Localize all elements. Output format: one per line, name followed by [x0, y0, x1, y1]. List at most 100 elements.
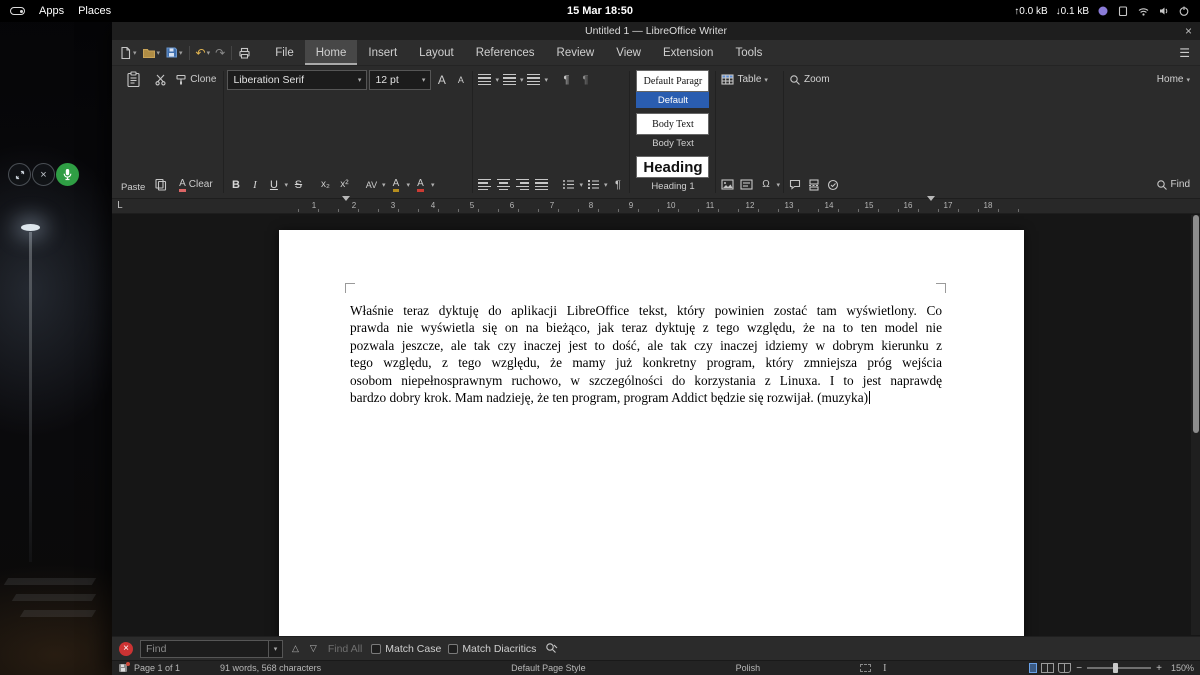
language-status[interactable]: Polish [736, 663, 761, 673]
tab-review[interactable]: Review [546, 40, 606, 65]
close-dictation-button[interactable]: × [32, 163, 55, 186]
document-canvas[interactable]: Właśnie teraz dyktuję do aplikacji Libre… [112, 214, 1200, 636]
document-line[interactable]: tego względu, z tego względu, że mamy ju… [350, 354, 942, 371]
word-count-status[interactable]: 91 words, 568 characters [220, 663, 321, 673]
chevron-down-icon[interactable]: ▾ [268, 639, 283, 658]
clipboard-icon[interactable] [1117, 5, 1129, 17]
highlight-color-button[interactable]: A [387, 175, 404, 194]
tab-stop-selector[interactable]: L [117, 200, 123, 211]
character-spacing-button[interactable]: AV [363, 175, 380, 194]
subscript-button[interactable]: x₂ [317, 175, 334, 194]
bullet-list-button[interactable] [560, 175, 577, 194]
chevron-down-icon[interactable]: ▾ [544, 76, 548, 84]
hamburger-menu-icon[interactable]: ☰ [1179, 46, 1190, 60]
zoom-in-button[interactable]: + [1156, 663, 1162, 674]
chevron-down-icon[interactable]: ▾ [431, 181, 435, 189]
tab-file[interactable]: File [264, 40, 305, 65]
find-toolbar-button[interactable]: Find [1154, 175, 1192, 194]
style-body-text[interactable]: Body Text Body Text [636, 113, 710, 151]
resize-dictation-button[interactable] [8, 163, 31, 186]
save-button[interactable]: ▾ [163, 44, 185, 61]
track-changes-button[interactable] [825, 175, 842, 194]
chevron-down-icon[interactable]: ▾ [284, 181, 288, 189]
document-line[interactable]: pozwala jeszcze, ale tak czy inaczej jes… [350, 337, 942, 354]
book-view-button[interactable] [1058, 663, 1072, 673]
chevron-down-icon[interactable]: ▾ [776, 181, 780, 189]
clone-formatting-button[interactable]: Clone [173, 70, 218, 89]
copy-button[interactable] [152, 175, 169, 194]
shrink-font-button[interactable]: A [452, 70, 469, 89]
tab-extension[interactable]: Extension [652, 40, 725, 65]
zoom-button[interactable]: Zoom [787, 70, 832, 89]
page-number-status[interactable]: Page 1 of 1 [134, 663, 180, 673]
save-status-icon[interactable] [118, 662, 130, 673]
chevron-down-icon[interactable]: ▾ [604, 181, 608, 189]
find-all-button[interactable]: Find All [328, 643, 362, 655]
selection-mode-icon[interactable] [860, 664, 872, 672]
tab-insert[interactable]: Insert [357, 40, 408, 65]
insert-image-button[interactable] [719, 175, 736, 194]
chevron-down-icon[interactable]: ▾ [382, 181, 386, 189]
wifi-icon[interactable] [1137, 5, 1150, 17]
undo-button[interactable]: ↶ ▾ [194, 45, 213, 61]
strikethrough-button[interactable]: S [290, 175, 307, 194]
insert-textbox-button[interactable] [738, 175, 755, 194]
print-button[interactable] [236, 45, 253, 61]
chevron-down-icon[interactable]: ▾ [358, 76, 362, 84]
chevron-down-icon[interactable]: ▾ [179, 49, 183, 57]
paragraph[interactable]: Właśnie teraz dyktuję do aplikacji Libre… [350, 302, 942, 406]
page[interactable]: Właśnie teraz dyktuję do aplikacji Libre… [279, 230, 1024, 636]
paragraph-space-decrease-button[interactable] [525, 70, 542, 89]
bold-button[interactable]: B [227, 175, 244, 194]
microphone-button[interactable] [56, 163, 79, 186]
open-button[interactable]: ▾ [140, 45, 163, 61]
formatting-marks-button[interactable]: ¶ [558, 70, 575, 89]
line-spacing-button[interactable] [476, 70, 493, 89]
close-find-bar-button[interactable]: × [119, 641, 133, 656]
document-line[interactable]: Właśnie teraz dyktuję do aplikacji Libre… [350, 302, 942, 319]
chevron-down-icon[interactable]: ▾ [520, 76, 524, 84]
numbered-list-button[interactable] [585, 175, 602, 194]
justify-button[interactable] [533, 175, 550, 194]
paste-button[interactable]: Paste [118, 70, 148, 194]
vertical-scrollbar[interactable] [1191, 215, 1200, 635]
document-line[interactable]: osobom niepełnosprawnym ruchowo, w szcze… [350, 372, 942, 389]
checkbox-box[interactable] [371, 643, 382, 654]
recorder-icon[interactable] [1097, 5, 1109, 17]
direction-ltr-button[interactable]: ¶ [577, 70, 594, 89]
find-next-button[interactable]: ▽ [308, 641, 319, 656]
tab-tools[interactable]: Tools [724, 40, 773, 65]
zoom-out-button[interactable]: − [1076, 663, 1082, 674]
find-previous-button[interactable]: △ [290, 641, 301, 656]
checkbox-box[interactable] [448, 643, 459, 654]
tab-view[interactable]: View [605, 40, 652, 65]
match-diacritics-checkbox[interactable]: Match Diacritics [448, 643, 536, 655]
horizontal-ruler[interactable]: L 1 2 3 4 5 6 7 8 9 10 11 12 13 14 15 16… [112, 196, 1200, 223]
tab-layout[interactable]: Layout [408, 40, 465, 65]
font-size-combobox[interactable]: 12 pt ▾ [369, 69, 432, 90]
tab-home[interactable]: Home [304, 40, 358, 65]
zoom-level-status[interactable]: 150% [1171, 663, 1194, 673]
style-default[interactable]: Default Paragr Default [636, 70, 710, 108]
multi-page-view-button[interactable] [1041, 663, 1055, 673]
chevron-down-icon[interactable]: ▾ [207, 49, 211, 57]
window-close-button[interactable]: × [1185, 22, 1192, 40]
clock[interactable]: 15 Mar 18:50 [567, 5, 633, 17]
activities-indicator[interactable] [10, 7, 25, 15]
document-line[interactable]: prawda nie wyświetla się on na bieżąco, … [350, 319, 942, 336]
chevron-down-icon[interactable]: ▾ [422, 76, 426, 84]
italic-button[interactable]: I [246, 175, 263, 194]
chevron-down-icon[interactable]: ▾ [1186, 76, 1190, 84]
clear-formatting-button[interactable]: A Clear [173, 175, 218, 194]
insert-table-button[interactable]: Table ▾ [719, 70, 769, 89]
chevron-down-icon[interactable]: ▾ [764, 76, 768, 84]
chevron-down-icon[interactable]: ▾ [495, 76, 499, 84]
match-case-checkbox[interactable]: Match Case [371, 643, 441, 655]
home-menu-button[interactable]: Home ▾ [1155, 70, 1192, 89]
volume-icon[interactable] [1158, 5, 1170, 17]
places-menu[interactable]: Places [78, 5, 111, 17]
redo-button[interactable]: ↷ [213, 45, 227, 61]
superscript-button[interactable]: x² [336, 175, 353, 194]
cut-button[interactable] [152, 70, 169, 89]
font-name-combobox[interactable]: Liberation Serif ▾ [227, 69, 368, 90]
